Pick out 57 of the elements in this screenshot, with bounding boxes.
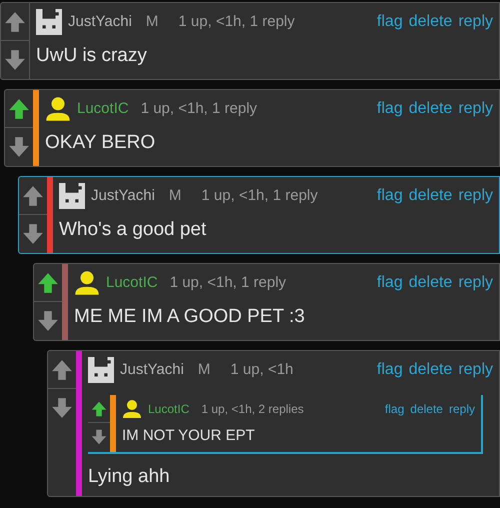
action-link[interactable]: flag: [376, 184, 403, 208]
action-link[interactable]: flag: [376, 97, 403, 121]
comment-meta: 1 up, <1h, 2 replies: [201, 401, 304, 418]
action-link[interactable]: reply: [458, 271, 493, 295]
comment-meta: 1 up, <1h, 1 reply: [178, 12, 295, 32]
up-arrow-icon[interactable]: [37, 272, 59, 294]
action-link[interactable]: delete: [408, 184, 452, 208]
comment-text: Lying ahh: [88, 466, 171, 488]
action-link[interactable]: reply: [448, 400, 475, 418]
up-arrow-icon[interactable]: [8, 98, 30, 120]
up-arrow-icon[interactable]: [91, 400, 107, 416]
action-link[interactable]: delete: [408, 10, 452, 34]
comment-text: OKAY BERO: [45, 132, 156, 154]
up-arrow-icon[interactable]: [51, 358, 73, 380]
comment-meta: 1 up, <1h: [230, 360, 294, 380]
person-avatar-icon: [122, 399, 142, 419]
action-link[interactable]: reply: [458, 184, 493, 208]
pixel-avatar-icon: [59, 183, 85, 209]
action-link[interactable]: delete: [408, 271, 452, 295]
action-link[interactable]: reply: [458, 10, 493, 34]
action-link[interactable]: reply: [458, 358, 493, 382]
action-link[interactable]: delete: [408, 358, 452, 382]
comment-meta: 1 up, <1h, 1 reply: [170, 272, 286, 293]
pixel-avatar-icon: [88, 357, 114, 383]
member-label: M: [146, 12, 158, 32]
down-arrow-icon[interactable]: [4, 49, 26, 71]
author-name[interactable]: JustYachi: [91, 184, 155, 208]
author-name[interactable]: LucotIC: [77, 98, 129, 120]
action-link[interactable]: delete: [408, 97, 452, 121]
person-avatar-icon: [74, 270, 100, 296]
action-link[interactable]: flag: [376, 10, 403, 34]
down-arrow-icon[interactable]: [8, 136, 30, 158]
comment-text: UwU is crazy: [36, 45, 148, 67]
comment-text: Who's a good pet: [59, 219, 208, 241]
person-avatar-icon: [45, 96, 71, 122]
action-link[interactable]: flag: [376, 358, 403, 382]
up-arrow-icon[interactable]: [4, 10, 26, 32]
up-arrow-icon[interactable]: [22, 184, 44, 206]
member-label: M: [168, 186, 182, 206]
comment-meta: 1 up, <1h, 1 reply: [201, 186, 318, 206]
down-arrow-icon[interactable]: [37, 310, 59, 332]
action-link[interactable]: reply: [458, 97, 493, 121]
comment-text: ME ME IM A GOOD PET :3: [74, 306, 306, 328]
action-link[interactable]: flag: [384, 400, 404, 418]
down-arrow-icon[interactable]: [51, 397, 73, 419]
pixel-avatar-icon: [36, 9, 62, 35]
down-arrow-icon[interactable]: [22, 223, 44, 245]
author-name[interactable]: LucotIC: [106, 272, 158, 294]
action-link[interactable]: delete: [410, 400, 443, 418]
author-name[interactable]: JustYachi: [68, 10, 132, 34]
comment-meta: 1 up, <1h, 1 reply: [140, 98, 258, 119]
action-link[interactable]: flag: [376, 271, 403, 295]
author-name[interactable]: JustYachi: [120, 358, 184, 382]
member-label: M: [198, 360, 210, 380]
author-name[interactable]: LucotIC: [148, 400, 190, 418]
comment-text: IM NOT YOUR EPT: [122, 426, 256, 446]
down-arrow-icon[interactable]: [91, 429, 107, 445]
